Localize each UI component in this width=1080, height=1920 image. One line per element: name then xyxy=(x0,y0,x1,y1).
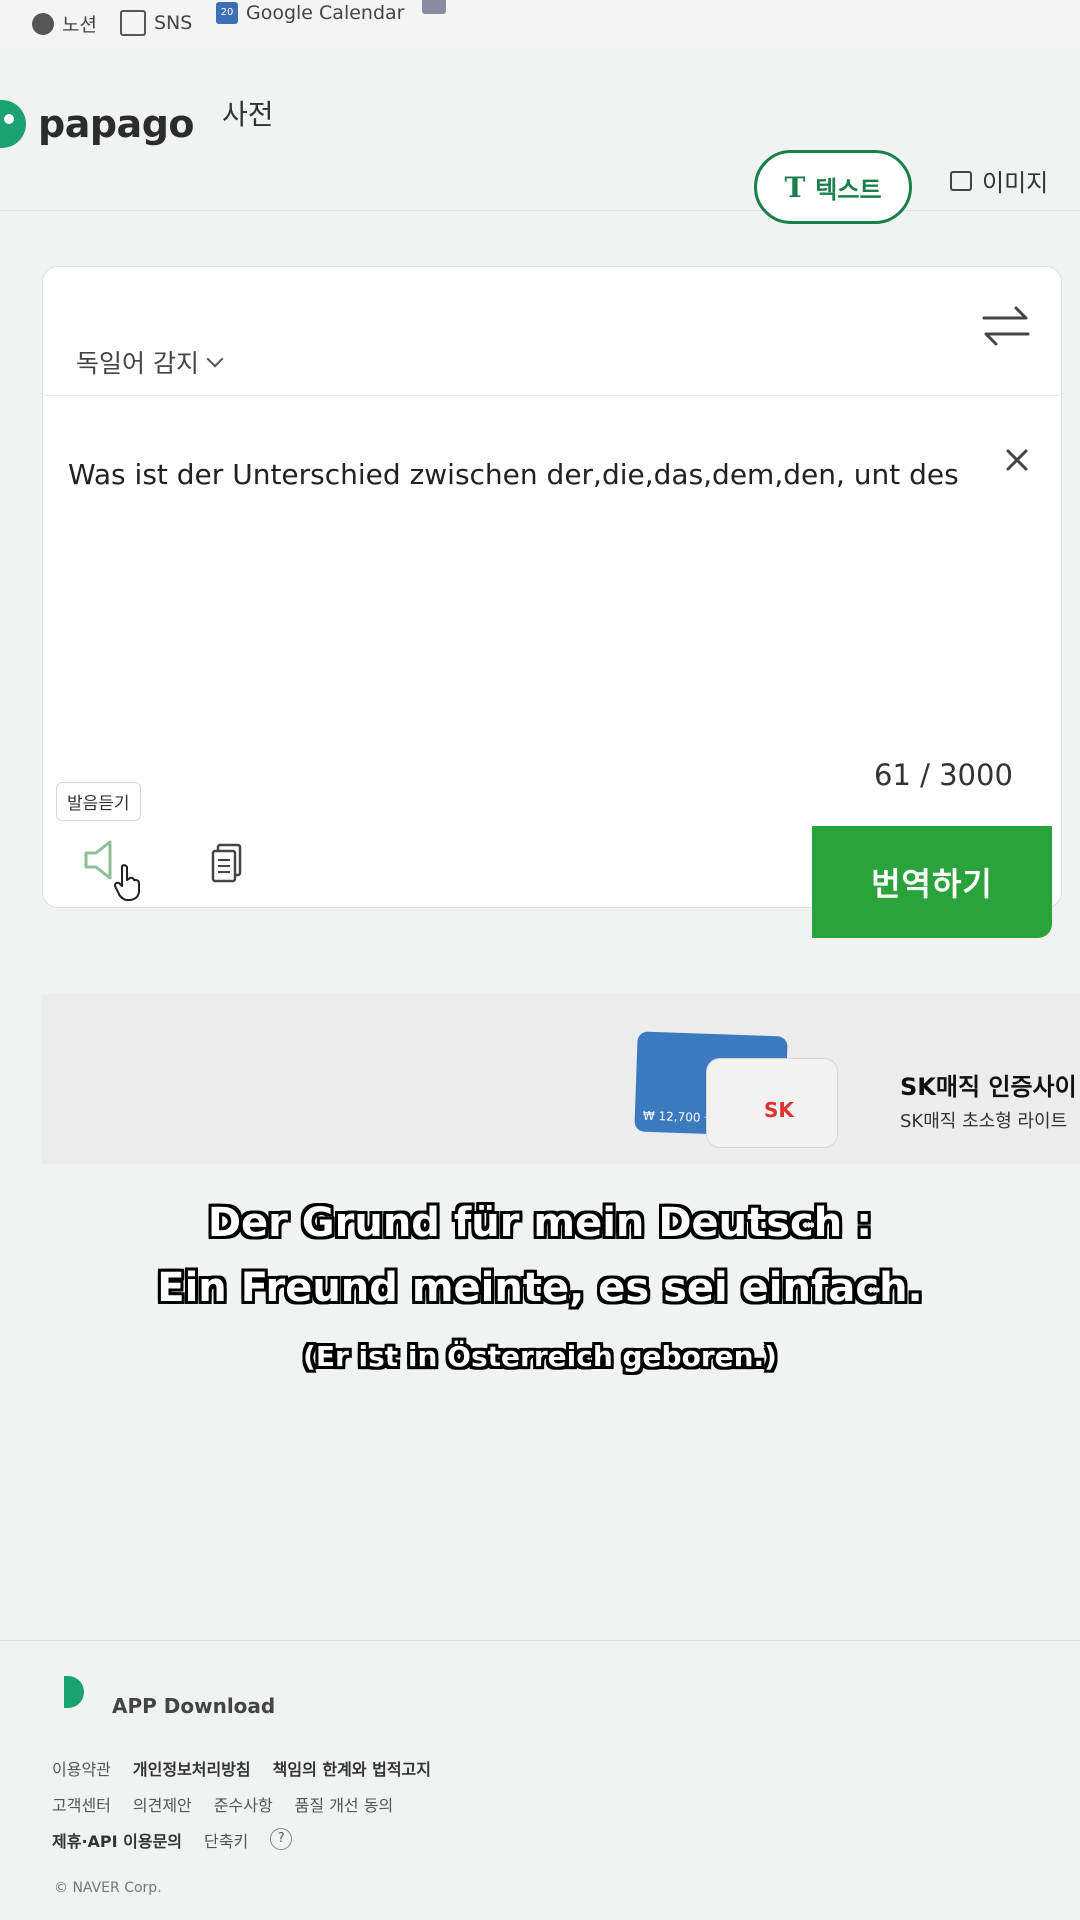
image-icon xyxy=(950,170,972,191)
footer-divider xyxy=(0,1640,1080,1641)
bookmark-extra-icon[interactable] xyxy=(422,0,446,14)
ad-brand-logo: SK xyxy=(764,1098,794,1122)
bookmark-google-calendar[interactable]: 20 Google Calendar xyxy=(216,2,404,24)
help-icon[interactable]: ? xyxy=(270,1828,293,1850)
pronunciation-tooltip: 발음듣기 xyxy=(56,782,141,821)
caption-line-3: (Er ist in Österreich geboren.) xyxy=(303,1340,777,1373)
source-language-label: 독일어 감지 xyxy=(76,349,199,378)
papago-logo[interactable]: papago xyxy=(0,100,195,148)
source-language-select[interactable]: 독일어 감지 xyxy=(76,344,224,380)
bookmark-sns[interactable]: SNS xyxy=(120,10,192,36)
caption-line-2: Ein Freund meinte, es sei einfach. xyxy=(157,1265,923,1311)
ad-title[interactable]: SK매직 인증사이 xyxy=(900,1067,1077,1102)
app-download-link[interactable]: APP Download xyxy=(112,1694,275,1718)
character-count: 61 / 3000 xyxy=(874,758,1013,792)
footer-link-api[interactable]: 제휴·API 이용문의 xyxy=(52,1828,182,1852)
chevron-down-icon xyxy=(206,350,224,368)
footer-link-feedback[interactable]: 의견제안 xyxy=(133,1792,192,1816)
footer-links-row: 고객센터 의견제안 준수사항 품질 개선 동의 xyxy=(52,1792,393,1816)
copyright: © NAVER Corp. xyxy=(54,1880,162,1896)
papago-footer-icon xyxy=(64,1676,84,1708)
footer-link-privacy[interactable]: 개인정보처리방침 xyxy=(133,1756,251,1780)
bookmark-label: 노션 xyxy=(62,14,97,36)
bookmarks-bar: 노션 SNS 20 Google Calendar xyxy=(0,0,1080,48)
calendar-icon: 20 xyxy=(216,2,238,24)
bookmark-notion[interactable]: 노션 xyxy=(32,10,97,37)
tab-image-label: 이미지 xyxy=(982,169,1049,197)
ad-subtitle: SK매직 초소형 라이트 xyxy=(900,1111,1068,1132)
folder-icon xyxy=(120,10,146,36)
footer-link-terms[interactable]: 이용약관 xyxy=(52,1756,111,1780)
text-icon: T xyxy=(784,170,806,204)
footer-link-support[interactable]: 고객센터 xyxy=(52,1792,111,1816)
source-text-input[interactable]: Was ist der Unterschied zwischen der,die… xyxy=(68,458,959,491)
ad-price: ₩ 12,700 원 xyxy=(642,1108,716,1126)
bookmark-label: Google Calendar xyxy=(246,2,405,24)
papago-logo-icon xyxy=(0,100,26,148)
footer-link-shortcuts[interactable]: 단축키 xyxy=(204,1828,248,1852)
footer-link-quality[interactable]: 품질 개선 동의 xyxy=(295,1792,394,1816)
close-icon[interactable] xyxy=(1000,443,1034,477)
dictionary-link[interactable]: 사전 xyxy=(222,93,274,133)
footer-links-row: 제휴·API 이용문의 단축키 ? xyxy=(52,1828,293,1852)
footer-link-rules[interactable]: 준수사항 xyxy=(214,1792,273,1816)
hand-cursor-icon xyxy=(114,864,140,901)
tab-image[interactable]: 이미지 xyxy=(950,163,1048,198)
tab-text[interactable]: T 텍스트 xyxy=(754,150,912,224)
bookmark-label: SNS xyxy=(154,12,193,34)
swap-languages-icon[interactable] xyxy=(978,302,1034,350)
caption-line-1: Der Grund für mein Deutsch : xyxy=(207,1200,873,1246)
copy-icon[interactable] xyxy=(210,842,244,884)
tab-text-label: 텍스트 xyxy=(815,175,882,204)
globe-icon xyxy=(32,12,54,35)
footer-links-row: 이용약관 개인정보처리방침 책임의 한계와 법적고지 xyxy=(52,1756,431,1780)
header-divider xyxy=(0,210,1080,211)
translate-button[interactable]: 번역하기 xyxy=(812,826,1052,938)
footer-link-legal[interactable]: 책임의 한계와 법적고지 xyxy=(273,1756,431,1780)
logo-text: papago xyxy=(38,102,195,146)
card-divider xyxy=(42,395,1062,396)
